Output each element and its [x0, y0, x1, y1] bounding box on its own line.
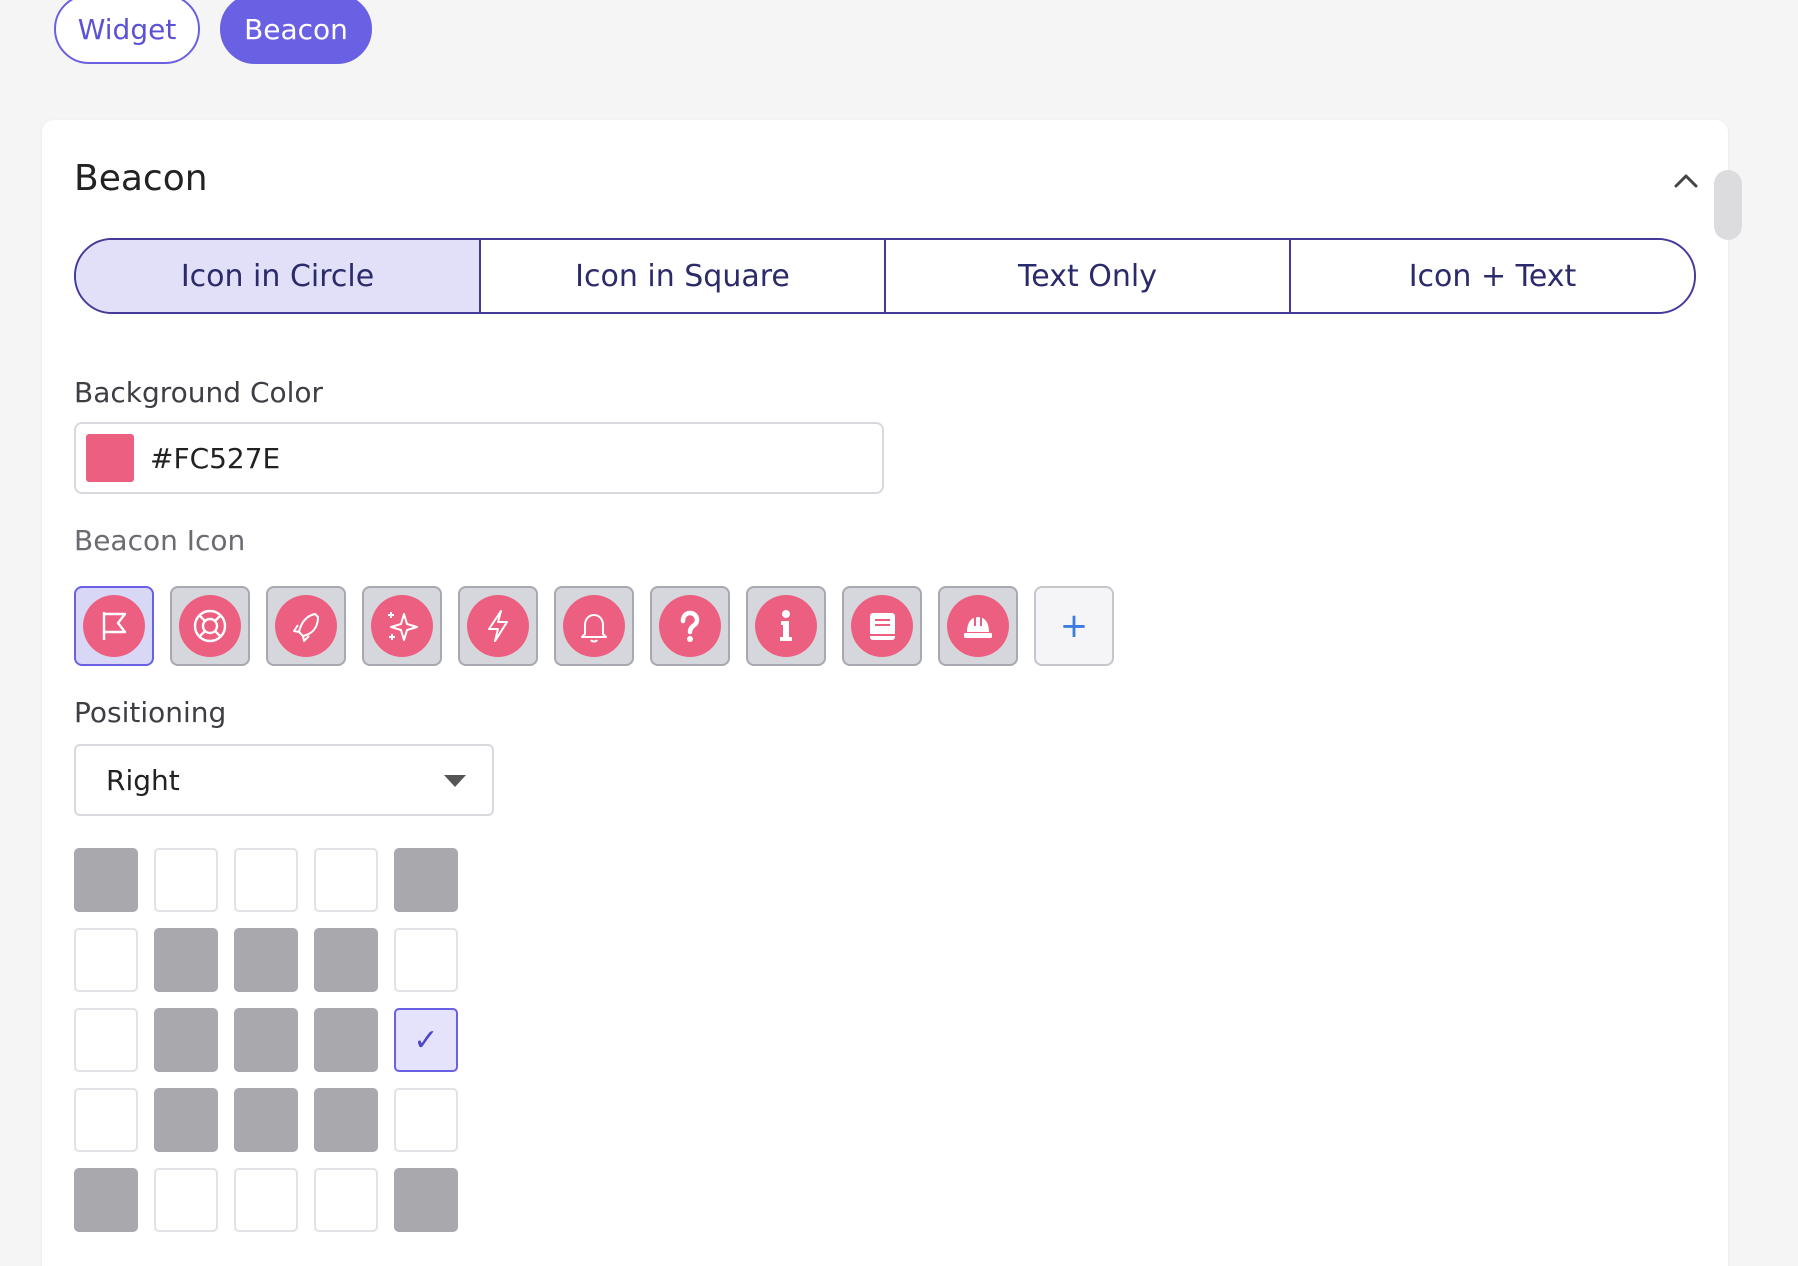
position-cell-4-4: [394, 1168, 458, 1232]
style-tab-icon-in-square[interactable]: Icon in Square: [479, 240, 884, 312]
position-cell-3-4[interactable]: [394, 1088, 458, 1152]
bell-icon: [563, 595, 625, 657]
position-cell-1-1: [154, 928, 218, 992]
position-cell-0-1[interactable]: [154, 848, 218, 912]
position-cell-2-2: [234, 1008, 298, 1072]
caret-down-icon: [444, 775, 466, 787]
chevron-up-icon[interactable]: [1672, 167, 1700, 195]
style-tab-icon-in-circle[interactable]: Icon in Circle: [76, 240, 479, 312]
position-cell-1-2: [234, 928, 298, 992]
background-color-value: #FC527E: [150, 442, 281, 475]
beacon-style-segmented-control: Icon in Circle Icon in Square Text Only …: [74, 238, 1696, 314]
beacon-icon-option-lightning[interactable]: [458, 586, 538, 666]
beacon-icon-option-rocket[interactable]: [266, 586, 346, 666]
position-cell-1-0[interactable]: [74, 928, 138, 992]
position-cell-4-2[interactable]: [234, 1168, 298, 1232]
position-cell-2-0[interactable]: [74, 1008, 138, 1072]
position-cell-2-1: [154, 1008, 218, 1072]
sparkle-icon: [371, 595, 433, 657]
position-cell-0-2[interactable]: [234, 848, 298, 912]
position-cell-4-3[interactable]: [314, 1168, 378, 1232]
background-color-label: Background Color: [74, 376, 324, 409]
positioning-select[interactable]: Right: [74, 744, 494, 816]
position-cell-2-3: [314, 1008, 378, 1072]
book-icon: [851, 595, 913, 657]
tab-widget[interactable]: Widget: [54, 0, 200, 64]
lifebuoy-icon: [179, 595, 241, 657]
top-tabs: Widget Beacon: [54, 0, 372, 64]
beacon-icon-picker: +: [74, 586, 1114, 666]
position-cell-1-4[interactable]: [394, 928, 458, 992]
position-cell-0-4: [394, 848, 458, 912]
beacon-settings-card: Beacon Icon in Circle Icon in Square Tex…: [42, 120, 1742, 1266]
position-cell-3-1: [154, 1088, 218, 1152]
position-cell-1-3: [314, 928, 378, 992]
color-swatch[interactable]: [86, 434, 134, 482]
beacon-icon-option-lifebuoy[interactable]: [170, 586, 250, 666]
question-icon: [659, 595, 721, 657]
position-cell-4-1[interactable]: [154, 1168, 218, 1232]
scrollbar-handle[interactable]: [1714, 170, 1742, 240]
position-grid: ✓: [74, 848, 458, 1232]
add-icon-button[interactable]: +: [1034, 586, 1114, 666]
position-cell-3-0[interactable]: [74, 1088, 138, 1152]
beacon-icon-option-hard-hat[interactable]: [938, 586, 1018, 666]
tab-beacon[interactable]: Beacon: [220, 0, 372, 64]
beacon-icon-label: Beacon Icon: [74, 524, 246, 557]
position-cell-4-0: [74, 1168, 138, 1232]
position-cell-3-2: [234, 1088, 298, 1152]
position-cell-0-0: [74, 848, 138, 912]
beacon-icon-option-info[interactable]: [746, 586, 826, 666]
plus-icon: +: [1059, 606, 1089, 646]
beacon-icon-option-bell[interactable]: [554, 586, 634, 666]
positioning-select-value: Right: [106, 764, 180, 797]
info-icon: [755, 595, 817, 657]
check-icon: ✓: [413, 1022, 439, 1058]
beacon-icon-option-question[interactable]: [650, 586, 730, 666]
flag-icon: [83, 595, 145, 657]
style-tab-text-only[interactable]: Text Only: [884, 240, 1289, 312]
hard-hat-icon: [947, 595, 1009, 657]
style-tab-icon-plus-text[interactable]: Icon + Text: [1289, 240, 1694, 312]
lightning-icon: [467, 595, 529, 657]
rocket-icon: [275, 595, 337, 657]
beacon-icon-option-book[interactable]: [842, 586, 922, 666]
positioning-label: Positioning: [74, 696, 227, 729]
position-cell-2-4[interactable]: ✓: [394, 1008, 458, 1072]
beacon-icon-option-sparkle[interactable]: [362, 586, 442, 666]
position-cell-0-3[interactable]: [314, 848, 378, 912]
background-color-field[interactable]: #FC527E: [74, 422, 884, 494]
position-cell-3-3: [314, 1088, 378, 1152]
card-title: Beacon: [74, 158, 208, 199]
beacon-icon-option-flag[interactable]: [74, 586, 154, 666]
